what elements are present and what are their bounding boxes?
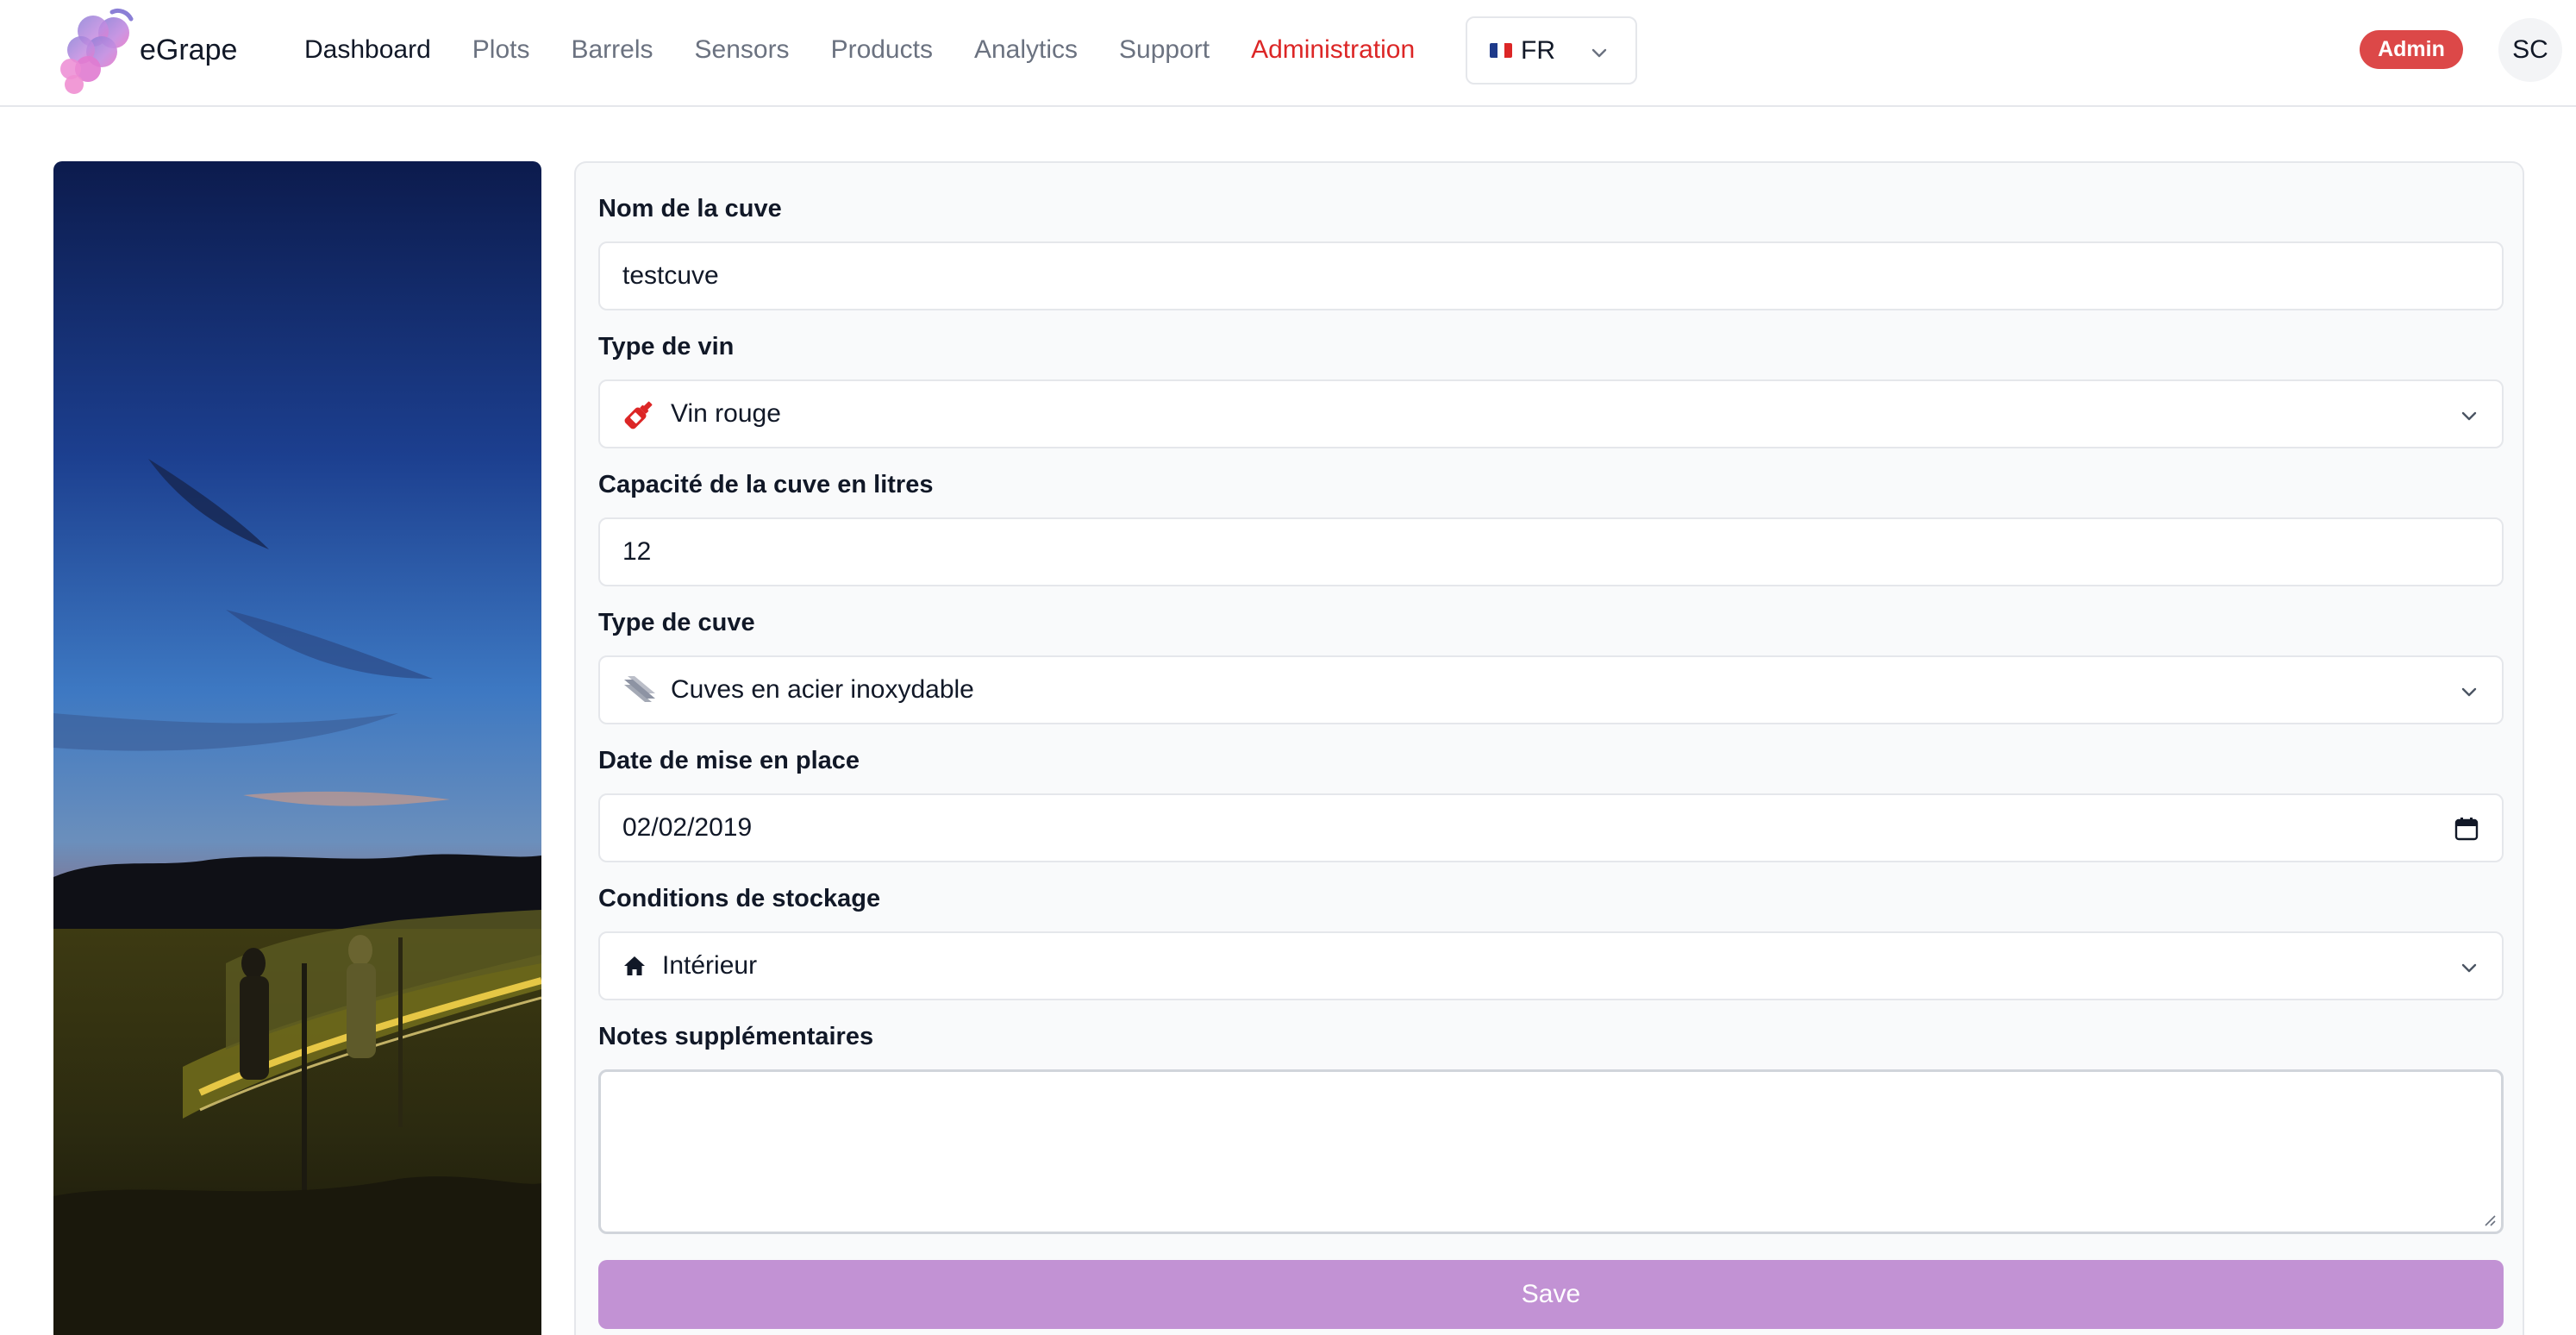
install-date-label: Date de mise en place [598, 747, 860, 774]
nav-item-dashboard[interactable]: Dashboard [304, 29, 431, 71]
notes-label: Notes supplémentaires [598, 1023, 874, 1050]
nav-item-plots[interactable]: Plots [472, 29, 530, 71]
tank-type-value: Cuves en acier inoxydable [671, 675, 974, 704]
top-header: eGrape Dashboard Plots Barrels Sensors P… [0, 0, 2576, 107]
steel-tank-icon [622, 673, 657, 707]
save-button[interactable]: Save [598, 1260, 2504, 1329]
tank-type-label: Type de cuve [598, 609, 755, 636]
tank-name-label: Nom de la cuve [598, 195, 782, 222]
france-flag-icon [1490, 43, 1512, 58]
storage-select[interactable]: Intérieur [598, 931, 2504, 1000]
storage-value: Intérieur [662, 951, 758, 980]
tank-name-input[interactable]: testcuve [598, 241, 2504, 310]
capacity-value: 12 [622, 537, 652, 566]
chevron-down-icon [2461, 411, 2477, 421]
grape-logo-icon[interactable] [52, 7, 141, 95]
tank-name-value: testcuve [622, 261, 719, 290]
nav-item-barrels[interactable]: Barrels [571, 29, 653, 71]
chevron-down-icon [2461, 687, 2477, 697]
wine-type-label: Type de vin [598, 333, 735, 360]
chevron-down-icon [1591, 48, 1607, 58]
vineyard-photo [53, 161, 541, 1335]
nav-item-sensors[interactable]: Sensors [695, 29, 790, 71]
capacity-label: Capacité de la cuve en litres [598, 471, 934, 498]
language-code: FR [1521, 35, 1555, 65]
house-icon [622, 949, 647, 983]
capacity-input[interactable]: 12 [598, 517, 2504, 586]
brand-name[interactable]: eGrape [140, 29, 237, 71]
user-avatar[interactable]: SC [2498, 18, 2562, 82]
install-date-value: 02/02/2019 [622, 813, 753, 842]
main-nav: Dashboard Plots Barrels Sensors Products… [304, 29, 1456, 71]
tank-form: Nom de la cuve testcuve Type de vin Vin … [574, 161, 2524, 1335]
nav-item-administration[interactable]: Administration [1251, 29, 1415, 71]
language-select[interactable]: FR [1466, 16, 1637, 85]
nav-item-products[interactable]: Products [831, 29, 933, 71]
nav-item-analytics[interactable]: Analytics [974, 29, 1078, 71]
notes-textarea[interactable] [598, 1069, 2504, 1234]
tank-type-select[interactable]: Cuves en acier inoxydable [598, 655, 2504, 724]
resize-handle-icon[interactable] [2480, 1211, 2496, 1226]
nav-item-support[interactable]: Support [1119, 29, 1210, 71]
chevron-down-icon [2461, 963, 2477, 973]
wine-bottle-icon [622, 397, 657, 431]
wine-type-value: Vin rouge [671, 399, 781, 428]
install-date-input[interactable]: 02/02/2019 [598, 793, 2504, 862]
storage-label: Conditions de stockage [598, 885, 881, 912]
calendar-icon[interactable] [2454, 816, 2479, 842]
wine-type-select[interactable]: Vin rouge [598, 379, 2504, 448]
role-badge: Admin [2360, 30, 2463, 69]
